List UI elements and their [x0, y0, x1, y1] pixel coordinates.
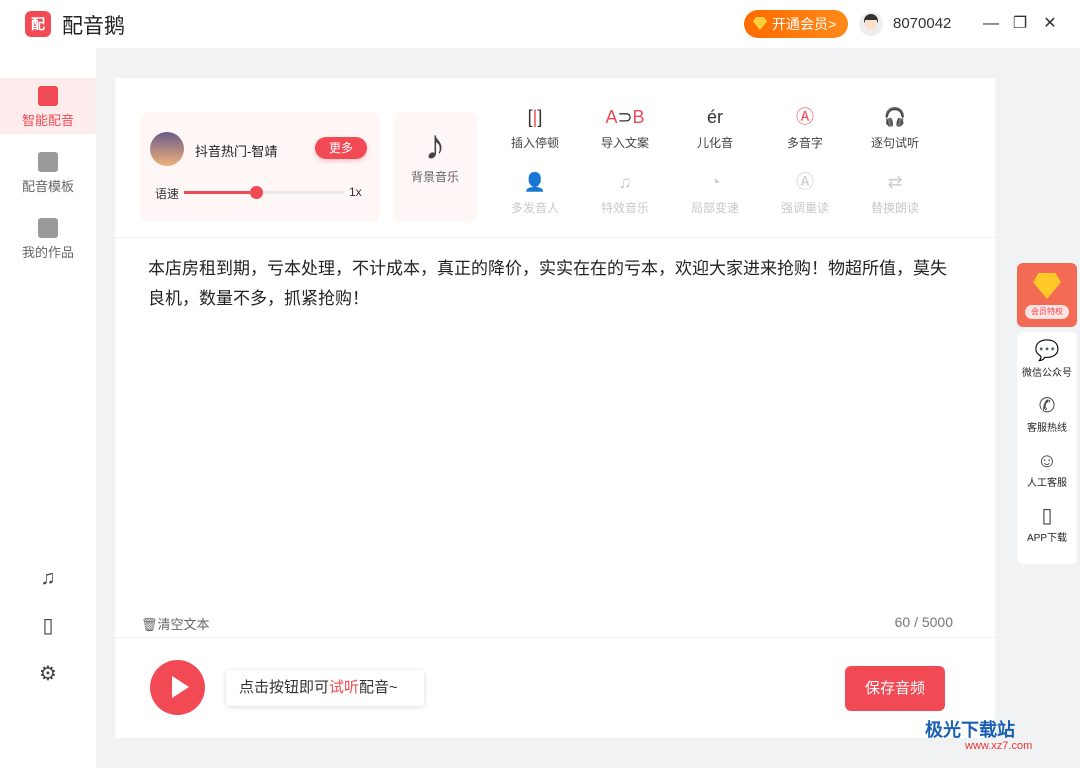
tool-music-effect: ♫ 特效音乐	[585, 171, 665, 216]
music-note-icon: ♪	[393, 122, 477, 168]
hint-emphasis: 试听	[329, 679, 359, 696]
tool-er[interactable]: ér 儿化音	[675, 106, 755, 151]
char-count: 60 / 5000	[895, 614, 953, 630]
customer-service-button[interactable]: ☺ 人工客服	[1017, 448, 1077, 503]
voice-selector: 抖音热门-智靖 更多 语速 1x	[140, 112, 380, 222]
tool-label: 强调重读	[781, 201, 829, 215]
music-effect-icon: ♫	[585, 171, 665, 193]
mobile-icon: ▯	[1017, 503, 1077, 529]
tool-label: 替换朗读	[871, 201, 919, 215]
music-disc-icon[interactable]: ♫	[36, 566, 60, 590]
tool-label: 逐句试听	[871, 136, 919, 150]
voice-name: 抖音热门-智靖	[195, 141, 277, 160]
tool-replace: ⇄ 替换朗读	[855, 171, 935, 216]
clear-label: 清空文本	[158, 617, 210, 632]
tool-label: 插入停顿	[511, 136, 559, 150]
sidebar-item-templates[interactable]: 配音模板	[0, 144, 96, 200]
divider	[115, 237, 995, 238]
play-button[interactable]	[150, 660, 205, 715]
settings-icon[interactable]: ⚙	[36, 662, 60, 686]
sidebar-item-my-works[interactable]: 我的作品	[0, 210, 96, 266]
vip-label: 开通会员>	[772, 16, 836, 32]
text-editor[interactable]: 本店房租到期，亏本处理，不计成本，真正的降价，实实在在的亏本，欢迎大家进来抢购！…	[148, 254, 963, 314]
close-button[interactable]: ✕	[1040, 14, 1060, 34]
divider	[115, 637, 995, 638]
tool-label: 特效音乐	[601, 201, 649, 215]
tool-speed: ◔ 局部变速	[675, 171, 755, 216]
headphones-icon: 🎧	[855, 106, 935, 128]
app-title: 配音鹅	[62, 10, 125, 40]
tool-polyphone[interactable]: Ⓐ 多音字	[765, 106, 845, 151]
tool-import-text[interactable]: A⊃B 导入文案	[585, 106, 665, 151]
hint-text: 配音~	[359, 679, 398, 696]
play-hint: 点击按钮即可试听配音~	[226, 670, 424, 706]
app-download-button[interactable]: ▯ APP下载	[1017, 503, 1077, 558]
speed-icon: ◔	[675, 171, 755, 193]
sidebar-item-label: 智能配音	[22, 113, 74, 128]
sidebar-item-label: 配音模板	[22, 179, 74, 194]
phone-icon[interactable]: ▯	[36, 614, 60, 638]
tool-emphasis: Ⓐ 强调重读	[765, 171, 845, 216]
more-voices-button[interactable]: 更多	[315, 137, 367, 159]
speed-slider[interactable]	[184, 191, 344, 194]
watermark-name: 极光下载站	[925, 720, 1015, 740]
item-label: 人工客服	[1027, 478, 1067, 489]
title-bar: 配 配音鹅 开通会员> 8070042 — ❐ ✕	[0, 0, 1080, 48]
trash-icon: 🗑	[141, 617, 158, 632]
user-avatar[interactable]	[859, 12, 883, 36]
item-label: APP下载	[1027, 533, 1067, 544]
pause-insert-icon: [|]	[495, 106, 575, 128]
vip-privilege-button[interactable]: 会员特权	[1017, 263, 1077, 327]
tool-pause-insert[interactable]: [|] 插入停顿	[495, 106, 575, 151]
hotline-button[interactable]: ✆ 客服热线	[1017, 393, 1077, 448]
clear-text-button[interactable]: 🗑清空文本	[141, 614, 210, 633]
voice-icon	[38, 86, 58, 106]
speed-label: 语速	[155, 185, 179, 202]
sidebar-item-label: 我的作品	[22, 245, 74, 260]
save-audio-button[interactable]: 保存音频	[845, 666, 945, 711]
app-logo: 配	[25, 11, 51, 37]
multi-speaker-icon: 👤	[495, 171, 575, 193]
tool-label: 局部变速	[691, 201, 739, 215]
wechat-account-button[interactable]: 💬 微信公众号	[1017, 338, 1077, 393]
emphasis-icon: Ⓐ	[765, 171, 845, 193]
open-vip-button[interactable]: 开通会员>	[744, 10, 848, 38]
item-label: 客服热线	[1027, 423, 1067, 434]
tool-headphones[interactable]: 🎧 逐句试听	[855, 106, 935, 151]
item-label: 微信公众号	[1022, 368, 1072, 379]
editor-card: 抖音热门-智靖 更多 语速 1x ♪ 背景音乐 [|] 插入停顿 A⊃B 导入文案 ér…	[115, 78, 995, 738]
hint-text: 点击按钮即可	[239, 679, 329, 696]
watermark: 极光下载站www.xz7.com	[925, 716, 1032, 752]
minimize-button[interactable]: —	[981, 14, 1001, 34]
tool-label: 导入文案	[601, 136, 649, 150]
er-icon: ér	[675, 106, 755, 128]
vip-tag: 会员特权	[1025, 305, 1069, 319]
sidebar-item-smart-dubbing[interactable]: 智能配音	[0, 78, 96, 134]
tool-label: 多音字	[787, 136, 823, 150]
diamond-icon	[1033, 273, 1061, 299]
folder-icon	[38, 218, 58, 238]
smile-bubble-icon: ☺	[1017, 448, 1077, 474]
diamond-icon	[753, 17, 767, 30]
tool-label: 多发音人	[511, 201, 559, 215]
voice-avatar[interactable]	[150, 132, 184, 166]
import-text-icon: A⊃B	[585, 106, 665, 128]
chat-bubble-icon: 💬	[1017, 338, 1077, 364]
speed-slider-thumb[interactable]	[250, 186, 263, 199]
polyphone-icon: Ⓐ	[765, 106, 845, 128]
bgm-label: 背景音乐	[393, 168, 477, 185]
background-music-button[interactable]: ♪ 背景音乐	[393, 112, 477, 222]
tool-multi-speaker: 👤 多发音人	[495, 171, 575, 216]
maximize-button[interactable]: ❐	[1010, 14, 1030, 34]
right-panel: 会员特权 💬 微信公众号 ✆ 客服热线 ☺ 人工客服 ▯ APP下载	[1017, 263, 1077, 564]
speed-value: 1x	[349, 185, 362, 199]
user-id[interactable]: 8070042	[893, 15, 951, 32]
phone-call-icon: ✆	[1017, 393, 1077, 419]
sidebar: 智能配音 配音模板 我的作品 ♫ ▯ ⚙	[0, 48, 96, 768]
watermark-url: www.xz7.com	[965, 740, 1032, 752]
speed-slider-fill	[184, 191, 256, 194]
tool-label: 儿化音	[697, 136, 733, 150]
document-icon	[38, 152, 58, 172]
replace-icon: ⇄	[855, 171, 935, 193]
